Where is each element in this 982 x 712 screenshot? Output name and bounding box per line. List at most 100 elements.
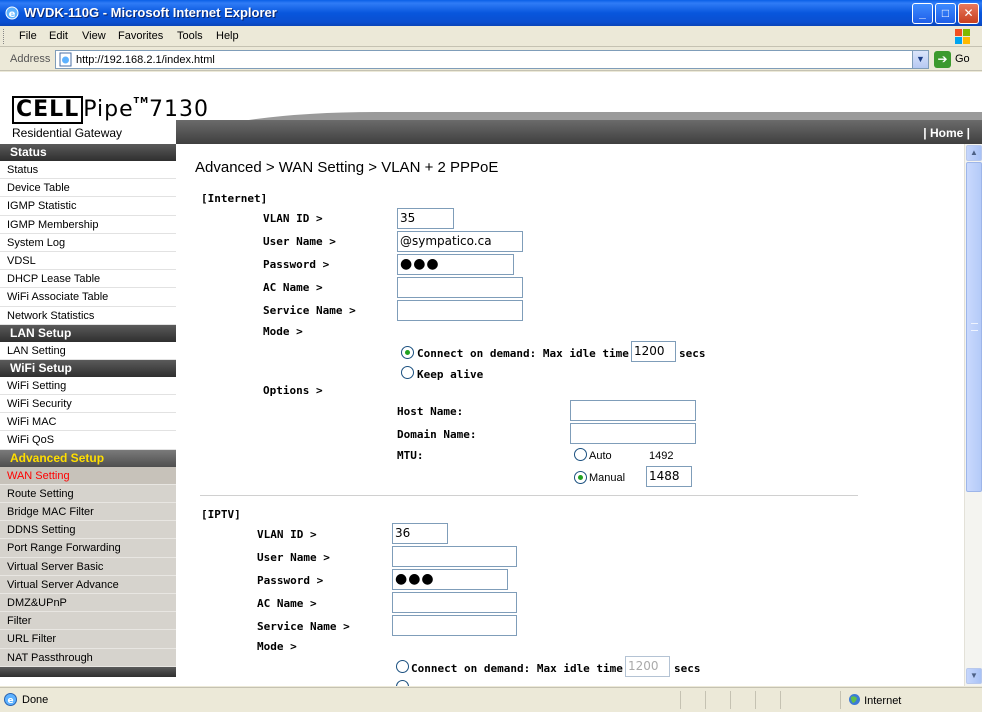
status-pane-divider bbox=[840, 691, 841, 709]
sidebar-item-ddns-setting[interactable]: DDNS Setting bbox=[0, 521, 176, 540]
menu-bar: File Edit View Favorites Tools Help bbox=[0, 26, 982, 47]
go-arrow-icon[interactable]: ➔ bbox=[934, 51, 951, 68]
sidebar-item-vdsl[interactable]: VDSL bbox=[0, 252, 176, 271]
iptv-mode-label: Mode > bbox=[257, 640, 297, 653]
iptv-password-input[interactable]: ●●● bbox=[392, 569, 508, 590]
status-bar: e Done Internet bbox=[0, 687, 982, 712]
internet-max-idle-time-input[interactable]: 1200 bbox=[631, 341, 676, 362]
home-link[interactable]: | Home | bbox=[923, 126, 970, 140]
iptv-ac-name-label: AC Name > bbox=[257, 597, 317, 610]
iptv-vlan-id-label: VLAN ID > bbox=[257, 528, 317, 541]
internet-user-name-input[interactable]: @sympatico.ca bbox=[397, 231, 523, 252]
sidebar-item-port-range-forwarding[interactable]: Port Range Forwarding bbox=[0, 539, 176, 558]
logo-cell-text: CELL bbox=[12, 96, 84, 124]
iptv-keep-alive-radio[interactable] bbox=[396, 680, 409, 686]
address-label: Address bbox=[10, 53, 51, 65]
menu-edit[interactable]: Edit bbox=[49, 30, 68, 42]
sidebar-item-url-filter[interactable]: URL Filter bbox=[0, 630, 176, 649]
iptv-connect-on-demand-radio[interactable] bbox=[396, 660, 409, 673]
scroll-thumb[interactable] bbox=[966, 162, 982, 492]
go-button[interactable]: Go bbox=[955, 53, 970, 65]
menu-view[interactable]: View bbox=[82, 30, 106, 42]
sidebar-item-igmp-statistic[interactable]: IGMP Statistic bbox=[0, 197, 176, 216]
menu-file[interactable]: File bbox=[19, 30, 37, 42]
address-bar: Address http://192.168.2.1/index.html ▼ … bbox=[0, 48, 982, 71]
iptv-max-idle-time-input[interactable]: 1200 bbox=[625, 656, 670, 677]
svg-text:e: e bbox=[9, 9, 16, 20]
address-input[interactable]: http://192.168.2.1/index.html ▼ bbox=[55, 50, 929, 69]
sidebar-item-system-log[interactable]: System Log bbox=[0, 234, 176, 252]
address-url: http://192.168.2.1/index.html bbox=[76, 54, 215, 66]
logo-tm: TM bbox=[133, 96, 150, 105]
sidebar-section-wifi-setup: WiFi Setup bbox=[0, 359, 176, 377]
sidebar-item-virtual-server-basic[interactable]: Virtual Server Basic bbox=[0, 557, 176, 576]
sidebar-item-filter[interactable]: Filter bbox=[0, 612, 176, 631]
address-dropdown-icon[interactable]: ▼ bbox=[912, 51, 928, 68]
scroll-grip-icon bbox=[971, 323, 978, 331]
vertical-scrollbar[interactable]: ▲ ▼ bbox=[964, 144, 982, 686]
sidebar-item-virtual-server-advance[interactable]: Virtual Server Advance bbox=[0, 575, 176, 594]
sidebar: Status Status Device Table IGMP Statisti… bbox=[0, 144, 176, 686]
internet-password-input[interactable]: ●●● bbox=[397, 254, 514, 275]
sidebar-item-route-setting[interactable]: Route Setting bbox=[0, 484, 176, 503]
iptv-service-name-input[interactable] bbox=[392, 615, 517, 636]
internet-service-name-label: Service Name > bbox=[263, 304, 356, 317]
iptv-user-name-input[interactable] bbox=[392, 546, 517, 567]
host-name-input[interactable] bbox=[570, 400, 696, 421]
sidebar-item-dmz-upnp[interactable]: DMZ&UPnP bbox=[0, 593, 176, 613]
security-zone-label: Internet bbox=[864, 695, 902, 707]
page-title: Advanced > WAN Setting > VLAN + 2 PPPoE bbox=[195, 159, 499, 176]
browser-window: e WVDK-110G - Microsoft Internet Explore… bbox=[0, 0, 982, 712]
scroll-down-icon[interactable]: ▼ bbox=[966, 668, 982, 684]
status-pane-divider bbox=[680, 691, 681, 709]
iptv-vlan-id-input[interactable]: 36 bbox=[392, 523, 448, 544]
minimize-button[interactable]: _ bbox=[912, 3, 933, 24]
sidebar-item-wifi-mac[interactable]: WiFi MAC bbox=[0, 413, 176, 432]
host-name-label: Host Name: bbox=[397, 405, 464, 418]
internet-vlan-id-label: VLAN ID > bbox=[263, 212, 323, 225]
menu-favorites[interactable]: Favorites bbox=[118, 30, 163, 42]
internet-secs-label: secs bbox=[679, 347, 706, 360]
sidebar-item-dhcp-lease-table[interactable]: DHCP Lease Table bbox=[0, 270, 176, 289]
iptv-ac-name-input[interactable] bbox=[392, 592, 517, 613]
sidebar-item-network-statistics[interactable]: Network Statistics bbox=[0, 307, 176, 325]
sidebar-section-status: Status bbox=[0, 144, 176, 161]
sidebar-item-wifi-setting[interactable]: WiFi Setting bbox=[0, 377, 176, 396]
status-pane-divider bbox=[730, 691, 731, 709]
status-pane-divider bbox=[755, 691, 756, 709]
domain-name-input[interactable] bbox=[570, 423, 696, 444]
mtu-auto-radio[interactable] bbox=[574, 448, 587, 461]
mtu-manual-radio[interactable] bbox=[574, 471, 587, 484]
sidebar-item-wifi-security[interactable]: WiFi Security bbox=[0, 395, 176, 414]
sidebar-item-device-table[interactable]: Device Table bbox=[0, 179, 176, 198]
sidebar-item-igmp-membership[interactable]: IGMP Membership bbox=[0, 216, 176, 234]
sidebar-item-status[interactable]: Status bbox=[0, 161, 176, 180]
internet-connect-on-demand-radio[interactable] bbox=[401, 346, 414, 359]
close-button[interactable]: ✕ bbox=[958, 3, 979, 24]
sidebar-item-wifi-associate-table[interactable]: WiFi Associate Table bbox=[0, 288, 176, 307]
sidebar-item-lan-setting[interactable]: LAN Setting bbox=[0, 342, 176, 360]
menu-help[interactable]: Help bbox=[216, 30, 239, 42]
internet-connect-on-demand-label: Connect on demand: Max idle time bbox=[417, 347, 629, 360]
page-done-icon: e bbox=[4, 693, 17, 706]
main-panel: Advanced > WAN Setting > VLAN + 2 PPPoE … bbox=[176, 144, 964, 686]
sidebar-item-wifi-qos[interactable]: WiFi QoS bbox=[0, 431, 176, 450]
mtu-manual-input[interactable]: 1488 bbox=[646, 466, 692, 487]
status-pane-divider bbox=[780, 691, 781, 709]
scroll-up-icon[interactable]: ▲ bbox=[966, 145, 982, 161]
internet-service-name-input[interactable] bbox=[397, 300, 523, 321]
internet-ac-name-input[interactable] bbox=[397, 277, 523, 298]
sidebar-item-nat-passthrough[interactable]: NAT Passthrough bbox=[0, 648, 176, 667]
logo-pipe-text: Pipe bbox=[83, 97, 134, 122]
window-title: WVDK-110G - Microsoft Internet Explorer bbox=[24, 5, 277, 20]
sidebar-section-lan-setup: LAN Setup bbox=[0, 324, 176, 342]
sidebar-item-bridge-mac-filter[interactable]: Bridge MAC Filter bbox=[0, 503, 176, 522]
maximize-button[interactable]: □ bbox=[935, 3, 956, 24]
iptv-secs-label: secs bbox=[674, 662, 701, 675]
title-bar: e WVDK-110G - Microsoft Internet Explore… bbox=[0, 0, 982, 26]
internet-keep-alive-radio[interactable] bbox=[401, 366, 414, 379]
sidebar-item-wan-setting[interactable]: WAN Setting bbox=[0, 466, 176, 485]
internet-vlan-id-input[interactable]: 35 bbox=[397, 208, 454, 229]
svg-text:e: e bbox=[7, 696, 13, 706]
menu-tools[interactable]: Tools bbox=[177, 30, 203, 42]
